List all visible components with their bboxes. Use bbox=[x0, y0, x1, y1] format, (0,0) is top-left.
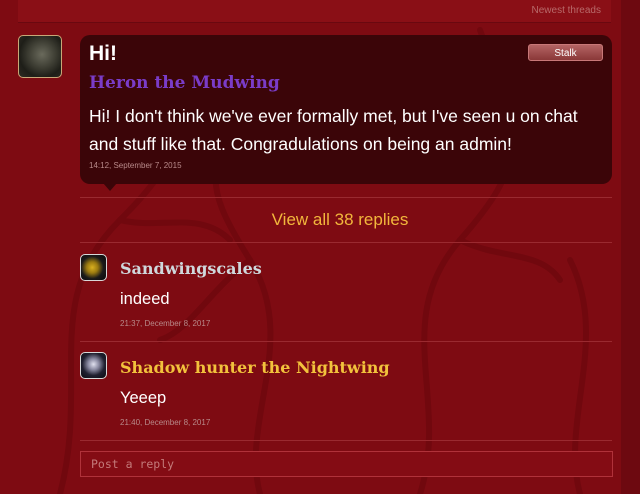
author-avatar[interactable] bbox=[18, 35, 62, 78]
divider bbox=[80, 242, 612, 243]
right-edge-panel bbox=[621, 0, 640, 494]
reply-avatar[interactable] bbox=[80, 352, 107, 379]
post-title: Hi! bbox=[89, 42, 117, 65]
reply-avatar[interactable] bbox=[80, 254, 107, 281]
message-bubble-tail bbox=[103, 183, 117, 191]
post-body: Hi! I don't think we've ever formally me… bbox=[89, 106, 578, 154]
divider bbox=[80, 341, 612, 342]
newest-threads-link[interactable]: Newest threads bbox=[532, 5, 601, 16]
reply-timestamp[interactable]: 21:40, December 8, 2017 bbox=[120, 418, 210, 427]
view-all-replies-link[interactable]: View all 38 replies bbox=[0, 210, 640, 230]
reply-text: indeed bbox=[120, 290, 170, 308]
divider bbox=[80, 440, 612, 441]
divider bbox=[80, 197, 612, 198]
post-author-name[interactable]: Heron the Mudwing bbox=[89, 73, 280, 93]
reply-timestamp[interactable]: 21:37, December 8, 2017 bbox=[120, 319, 210, 328]
reply-text: Yeeep bbox=[120, 389, 167, 407]
stalk-button[interactable]: Stalk bbox=[528, 44, 603, 61]
top-bar: Newest threads bbox=[18, 0, 611, 23]
post-reply-input[interactable] bbox=[80, 451, 613, 477]
reply-author-name[interactable]: Sandwingscales bbox=[120, 259, 262, 278]
reply-author-name[interactable]: Shadow hunter the Nightwing bbox=[120, 358, 390, 377]
post-timestamp[interactable]: 14:12, September 7, 2015 bbox=[89, 161, 182, 170]
